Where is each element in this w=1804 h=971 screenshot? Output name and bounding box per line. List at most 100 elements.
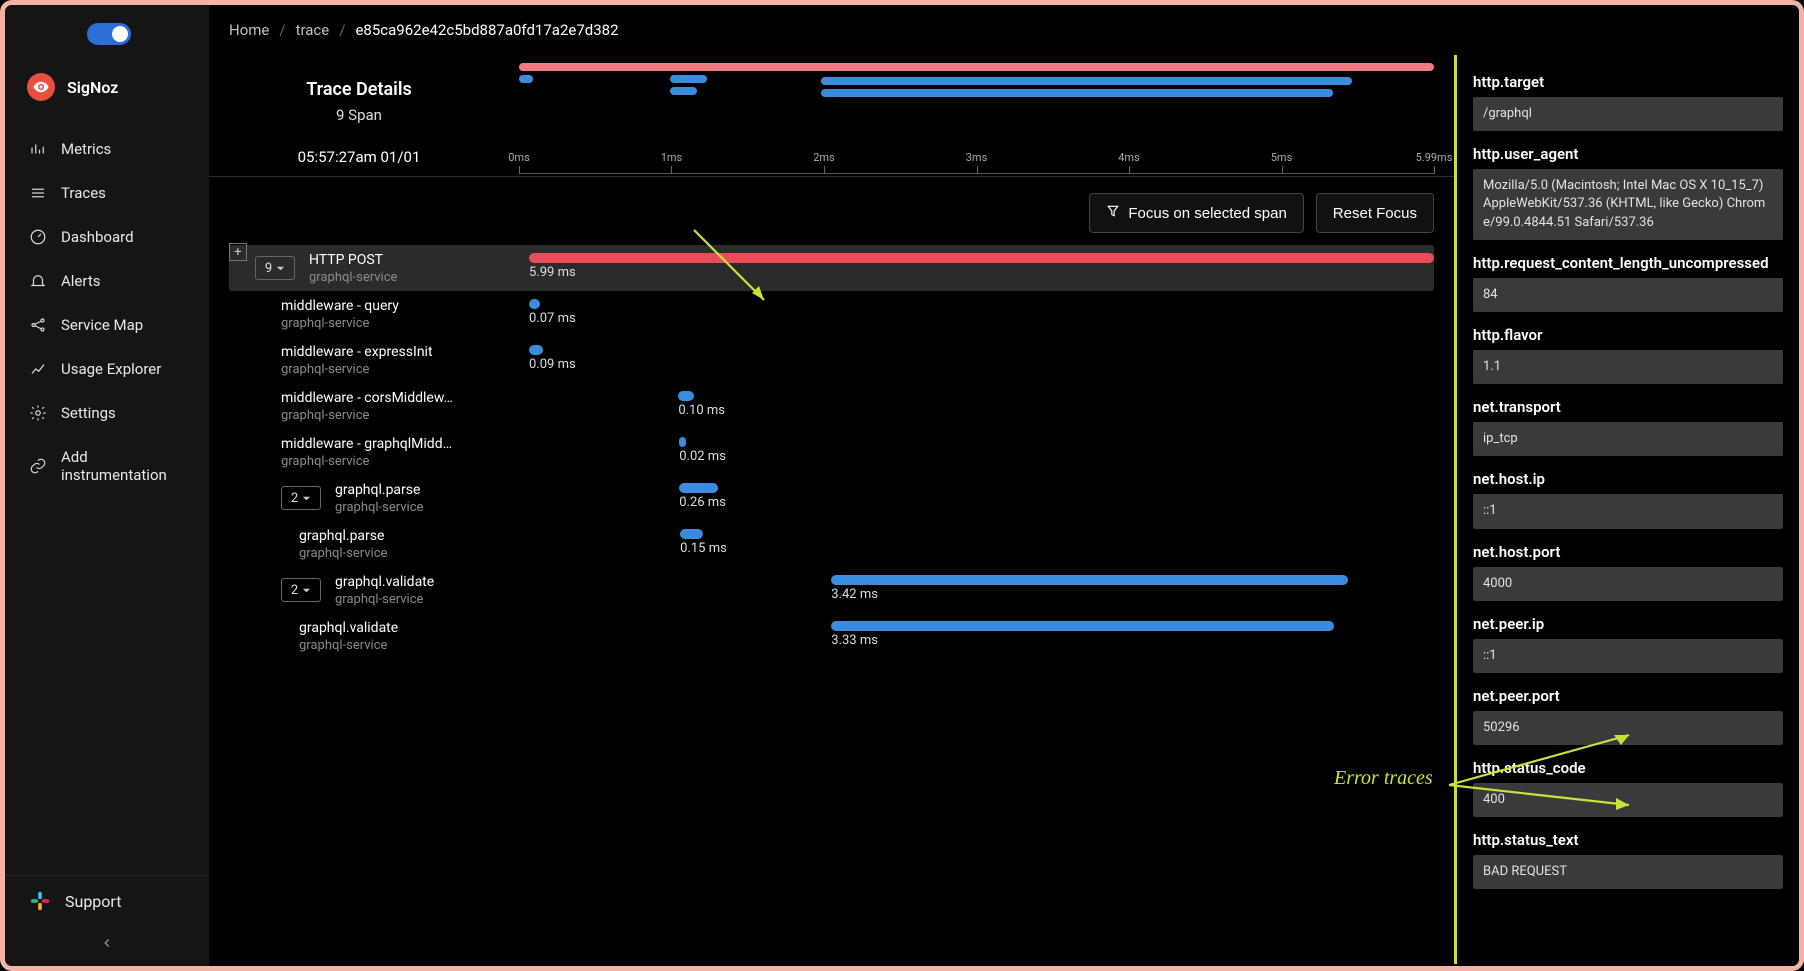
link-icon xyxy=(29,457,47,475)
axis-tick: 1ms xyxy=(661,151,683,164)
span-bar-area: 0.26 ms xyxy=(529,475,1434,521)
gauge-icon xyxy=(29,228,47,246)
span-bar[interactable] xyxy=(679,437,686,447)
expand-all-button[interactable]: + xyxy=(229,243,247,261)
span-bar[interactable] xyxy=(529,253,1434,263)
list-icon xyxy=(29,184,47,202)
sidebar-item-add-instrumentation[interactable]: Add instrumentation xyxy=(15,437,199,495)
tag-value[interactable]: ::1 xyxy=(1473,494,1783,528)
tag-value[interactable]: BAD REQUEST xyxy=(1473,855,1783,889)
span-expand-badge[interactable]: 2 xyxy=(281,578,321,602)
span-row[interactable]: graphql.validate graphql-service 3.33 ms xyxy=(229,613,1434,659)
tag-value[interactable]: 1.1 xyxy=(1473,350,1783,384)
sidebar-item-label: Alerts xyxy=(61,272,101,290)
span-name: graphql.validate xyxy=(299,620,398,636)
tag-value[interactable]: ::1 xyxy=(1473,639,1783,673)
span-service: graphql-service xyxy=(281,316,399,331)
tag-value[interactable]: 400 xyxy=(1473,783,1783,817)
span-expand-badge[interactable]: 9 xyxy=(255,256,295,280)
tag-key: net.peer.port xyxy=(1473,687,1783,705)
tag-value[interactable]: 4000 xyxy=(1473,567,1783,601)
trace-minimap[interactable] xyxy=(519,63,1434,105)
span-service: graphql-service xyxy=(309,270,397,285)
span-bar[interactable] xyxy=(529,345,543,355)
sidebar-item-label: Usage Explorer xyxy=(61,360,161,378)
span-bar[interactable] xyxy=(679,483,718,493)
tag-key: http.status_text xyxy=(1473,831,1783,849)
span-row[interactable]: 2graphql.parsegraphql-service0.26 ms xyxy=(229,475,1434,521)
nav: MetricsTraces Dashboard Alerts Service Map U… xyxy=(5,129,209,495)
span-duration: 0.02 ms xyxy=(679,449,726,464)
brand[interactable]: SigNoz xyxy=(5,63,209,129)
span-name: HTTP POST xyxy=(309,252,397,268)
sidebar-item-label: Settings xyxy=(61,404,116,422)
tag-value[interactable]: ip_tcp xyxy=(1473,422,1783,456)
sidebar-item-usage-explorer[interactable]: Usage Explorer xyxy=(15,349,199,389)
axis-tick: 5.99ms xyxy=(1416,151,1453,164)
breadcrumb-sep: / xyxy=(279,21,285,39)
tag-block: http.user_agent Mozilla/5.0 (Macintosh; I… xyxy=(1473,145,1783,240)
breadcrumb-home[interactable]: Home xyxy=(229,21,269,39)
span-row[interactable]: middleware - corsMiddlew…graphql-service… xyxy=(229,383,1434,429)
theme-toggle-row xyxy=(5,17,209,63)
sidebar-item-service-map[interactable]: Service Map xyxy=(15,305,199,345)
span-bar[interactable] xyxy=(680,529,703,539)
span-row[interactable]: graphql.parsegraphql-service0.15 ms xyxy=(229,521,1434,567)
breadcrumb-trace[interactable]: trace xyxy=(296,21,330,39)
span-duration: 0.15 ms xyxy=(680,541,727,556)
span-duration: 3.42 ms xyxy=(831,587,878,602)
span-duration: 3.33 ms xyxy=(831,633,878,648)
trace-timestamp: 05:57:27am 01/01 xyxy=(229,148,489,176)
breadcrumb-sep: / xyxy=(339,21,345,39)
axis-tick: 0ms xyxy=(508,151,530,164)
sidebar-item-alerts[interactable]: Alerts xyxy=(15,261,199,301)
span-bar[interactable] xyxy=(831,575,1348,585)
span-row[interactable]: 2graphql.validategraphql-service3.42 ms xyxy=(229,567,1434,613)
tag-value[interactable]: 84 xyxy=(1473,278,1783,312)
span-service: graphql-service xyxy=(281,408,453,423)
sidebar-item-dashboard[interactable]: Dashboard xyxy=(15,217,199,257)
span-name: graphql.validate xyxy=(335,574,434,590)
brand-logo-icon xyxy=(27,73,55,101)
span-name: middleware - expressInit xyxy=(281,344,433,360)
tag-value[interactable]: 50296 xyxy=(1473,711,1783,745)
tag-value[interactable]: /graphql xyxy=(1473,97,1783,131)
support-label: Support xyxy=(65,892,121,911)
axis-tick: 3ms xyxy=(966,151,988,164)
span-row[interactable]: middleware - expressInit graphql-service 0… xyxy=(229,337,1434,383)
trace-summary: Trace Details 9 Span xyxy=(229,63,489,124)
trace-actions: Focus on selected span Reset Focus xyxy=(209,177,1454,245)
sidebar-item-traces[interactable]: Traces xyxy=(15,173,199,213)
span-bar[interactable] xyxy=(831,621,1334,631)
breadcrumb-trace-id: e85ca962e42c5bd887a0fd17a2e7d382 xyxy=(355,21,618,39)
tag-key: http.user_agent xyxy=(1473,145,1783,163)
sidebar-item-metrics[interactable]: Metrics xyxy=(15,129,199,169)
theme-toggle[interactable] xyxy=(87,23,131,45)
span-row[interactable]: middleware - graphqlMidd…graphql-service… xyxy=(229,429,1434,475)
span-expand-badge[interactable]: 2 xyxy=(281,486,321,510)
chart-icon xyxy=(29,360,47,378)
span-bar-area: 0.07 ms xyxy=(529,291,1434,337)
sidebar-item-settings[interactable]: Settings xyxy=(15,393,199,433)
span-service: graphql-service xyxy=(281,362,433,377)
timeline-axis[interactable]: 0ms1ms2ms3ms4ms5ms5.99ms xyxy=(519,148,1434,174)
span-service: graphql-service xyxy=(299,638,398,653)
span-bar[interactable] xyxy=(529,299,540,309)
tag-key: http.status_code xyxy=(1473,759,1783,777)
tag-block: http.flavor1.1 xyxy=(1473,326,1783,384)
tag-block: net.transportip_tcp xyxy=(1473,398,1783,456)
sidebar-item-label: Dashboard xyxy=(61,228,134,246)
tags-pane: http.target/graphqlhttp.user_agentMozill… xyxy=(1454,55,1799,964)
focus-span-button[interactable]: Focus on selected span xyxy=(1089,193,1303,233)
brand-name: SigNoz xyxy=(67,78,118,97)
span-row[interactable]: middleware - querygraphql-service0.07 ms xyxy=(229,291,1434,337)
support-link[interactable]: Support xyxy=(5,875,209,926)
span-bar-area: 0.09 ms xyxy=(529,337,1434,383)
collapse-sidebar-button[interactable] xyxy=(5,926,209,954)
reset-focus-button[interactable]: Reset Focus xyxy=(1316,193,1434,233)
span-duration: 0.26 ms xyxy=(679,495,726,510)
span-bar-area: 3.42 ms xyxy=(529,567,1434,613)
span-bar[interactable] xyxy=(678,391,693,401)
tag-value[interactable]: Mozilla/5.0 (Macintosh; Intel Mac OS X 1… xyxy=(1473,169,1783,240)
span-row[interactable]: 9HTTP POSTgraphql-service5.99 ms xyxy=(229,245,1434,291)
